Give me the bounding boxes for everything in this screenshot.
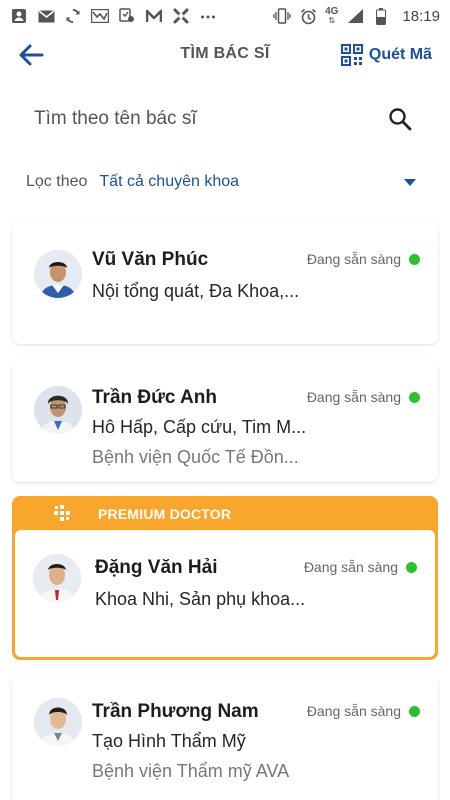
network-type-label: 4G — [325, 6, 339, 17]
app-header: TÌM BÁC SĨ Quét Mã — [0, 32, 450, 78]
filter-label: Lọc theo — [26, 173, 88, 190]
doctor-avatar — [34, 250, 82, 298]
status-dot-icon — [409, 705, 420, 717]
status-time: 18:19 — [402, 7, 440, 25]
doctor-specialty: Nội tổng quát, Đa Khoa,... — [92, 281, 300, 301]
status-dot-icon — [409, 253, 420, 265]
account-box-icon — [10, 8, 28, 24]
doctor-avatar — [34, 698, 82, 746]
doctor-specialty: Khoa Nhi, Sản phụ khoa... — [95, 589, 306, 609]
doctor-name: Vũ Văn Phúc — [92, 249, 209, 270]
status-bar: 4G ⇅ 18:19 — [0, 0, 450, 32]
battery-icon — [372, 7, 390, 25]
qr-code-icon — [340, 44, 363, 66]
premium-header: PREMIUM DOCTOR — [12, 496, 438, 530]
doctor-card[interactable]: Đặng Văn Hải Đang sẵn sàng Khoa Nhi, Sản… — [15, 530, 435, 657]
doctor-search-input[interactable] — [20, 96, 380, 142]
network-4g-icon: 4G ⇅ — [325, 6, 339, 26]
signal-icon — [346, 8, 364, 24]
doctor-avatar — [33, 554, 81, 602]
doctor-hospital: Bệnh viện Thẩm mỹ AVA — [92, 761, 290, 781]
more-dots-icon — [199, 8, 217, 24]
alarm-icon — [299, 8, 317, 24]
sync-icon — [64, 8, 82, 24]
doctor-name: Đặng Văn Hải — [95, 557, 218, 578]
caret-down-icon — [404, 178, 416, 186]
location-check-icon — [118, 8, 136, 24]
doctor-card[interactable]: Trần Đức Anh Đang sẵn sàng Hô Hấp, Cấp c… — [12, 360, 438, 482]
doctor-avatar — [34, 386, 82, 434]
doctor-status: Đang sẵn sàng — [307, 703, 420, 719]
scan-qr-button[interactable]: Quét Mã — [340, 44, 432, 66]
back-button[interactable] — [16, 40, 46, 70]
doctor-status-label: Đang sẵn sàng — [303, 559, 398, 575]
status-dot-icon — [409, 391, 420, 403]
search-icon[interactable] — [388, 107, 412, 131]
doctor-name: Trần Phương Nam — [92, 701, 259, 722]
m-logo-icon — [145, 8, 163, 24]
arrow-left-icon — [19, 44, 44, 66]
doctor-status-label: Đang sẵn sàng — [306, 251, 401, 267]
premium-doctor-card[interactable]: PREMIUM DOCTOR Đặng Văn Hải Đang sẵn sàn… — [12, 496, 438, 660]
doctor-specialty: Tạo Hình Thẩm Mỹ — [92, 731, 246, 751]
doctor-name: Trần Đức Anh — [92, 387, 217, 408]
premium-logo-icon — [54, 505, 70, 521]
doctor-specialty: Hô Hấp, Cấp cứu, Tim M... — [92, 417, 307, 437]
status-system-icons: 4G ⇅ 18:19 — [273, 7, 440, 25]
specialty-filter: Lọc theo Tất cả chuyên khoa — [26, 168, 426, 196]
doctor-status: Đang sẵn sàng — [307, 389, 420, 405]
doctor-status-label: Đang sẵn sàng — [306, 389, 401, 405]
cross-app-icon — [172, 8, 190, 24]
mail-alt-icon — [91, 8, 109, 24]
doctor-card[interactable]: Vũ Văn Phúc Đang sẵn sàng Nội tổng quát,… — [12, 222, 438, 344]
status-dot-icon — [406, 561, 417, 573]
doctor-status-label: Đang sẵn sàng — [306, 703, 401, 719]
scan-qr-label: Quét Mã — [368, 46, 432, 63]
specialty-select-value: Tất cả chuyên khoa — [99, 173, 240, 190]
premium-label: PREMIUM DOCTOR — [98, 506, 232, 522]
doctor-hospital: Bệnh viện Quốc Tế Đồn... — [92, 447, 299, 467]
doctor-status: Đang sẵn sàng — [304, 559, 417, 575]
vibrate-icon — [273, 8, 291, 24]
doctor-card[interactable]: Trần Phương Nam Đang sẵn sàng Tạo Hình T… — [12, 676, 438, 800]
doctor-search — [20, 96, 430, 142]
status-notification-icons — [10, 8, 217, 24]
mail-icon — [37, 8, 55, 24]
doctor-status: Đang sẵn sàng — [307, 251, 420, 267]
specialty-select[interactable]: Tất cả chuyên khoa — [99, 173, 426, 191]
